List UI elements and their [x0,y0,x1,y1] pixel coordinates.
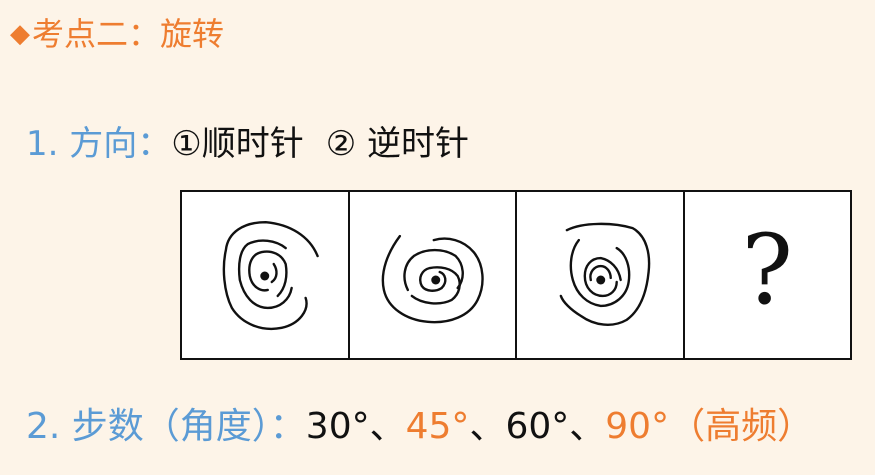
angle-60: 60° [505,406,570,447]
direction-line: 1. 方向：①顺时针 ② 逆时针 [26,120,469,168]
question-mark-icon: ? [741,214,793,326]
separator: 、 [369,406,406,447]
direction-label: 1. 方向： [26,124,172,164]
steps-line: 2. 步数（角度）：30°、45°、60°、90°（高频） [26,402,813,452]
figure-panel-1 [182,192,350,358]
angle-30: 30° [305,406,370,447]
spiral-figure-1 [222,220,319,330]
separator: 、 [569,406,606,447]
separator: 、 [469,406,506,447]
diamond-bullet-icon: ◆ [10,19,30,49]
high-frequency-note: （高频） [669,406,814,447]
steps-label: 2. 步数（角度）： [26,406,306,447]
spiral-figure-3 [559,222,651,326]
rotation-figure-sequence: ? [180,190,852,360]
angle-45: 45° [405,406,470,447]
figure-panel-4: ? [685,192,851,358]
direction-clockwise: ①顺时针 [171,124,304,164]
spiral-figure-2 [381,234,484,324]
direction-counterclockwise: ② 逆时针 [325,124,470,164]
figure-panel-3 [517,192,685,358]
section-title-text: 考点二：旋转 [32,15,225,53]
section-title: ◆考点二：旋转 [10,12,224,56]
figure-panel-2 [350,192,517,358]
angle-90: 90° [605,406,670,447]
